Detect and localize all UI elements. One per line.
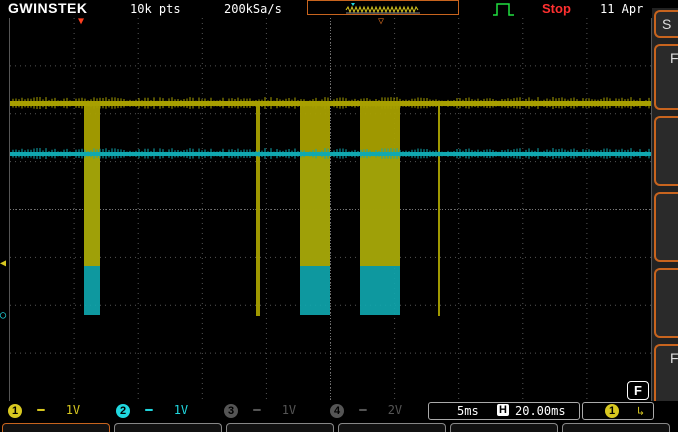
ch3-number: 3 [224, 403, 238, 418]
bottom-tab-6[interactable] [562, 423, 670, 432]
ch1-burst [256, 104, 260, 316]
softkey-5[interactable] [654, 268, 678, 338]
timebase-scale: 5ms [457, 404, 479, 418]
falling-edge-icon: ↳ [637, 404, 645, 418]
date-display: 11 Apr [600, 2, 644, 16]
bottom-tab-1[interactable] [2, 423, 110, 432]
function-key-button[interactable]: F [627, 381, 649, 400]
status-bar: GWINSTEK 10k pts 200kSa/s Stop 11 Apr [0, 0, 678, 18]
bottom-menu-tabs [0, 421, 678, 432]
brand-logo: GWINSTEK [8, 0, 88, 16]
center-marker: ▽ [378, 16, 385, 27]
softkey-2[interactable]: F [654, 44, 678, 110]
record-length: 10k pts [130, 2, 181, 16]
ch1-burst [438, 104, 440, 316]
dc-coupling-icon: ━ [37, 403, 45, 417]
waveform-graticule [10, 18, 651, 401]
dc-coupling-icon: ━ [359, 403, 367, 417]
ch2-ground-marker[interactable]: ◯ [0, 310, 6, 321]
ch2-scale: 1V [173, 403, 189, 417]
ch1-burst [84, 104, 100, 266]
bottom-tab-5[interactable] [450, 423, 558, 432]
ch1-burst [360, 104, 400, 266]
bottom-tab-4[interactable] [338, 423, 446, 432]
ch2-number: 2 [116, 403, 130, 418]
ch3-status[interactable]: 3 ━ 1V [224, 402, 296, 418]
ch1-number: 1 [8, 403, 22, 418]
ch1-burst [300, 104, 330, 266]
softkey-4[interactable] [654, 192, 678, 262]
trigger-source: 1 [605, 404, 619, 418]
trigger-status[interactable]: 1 ↳ [582, 402, 654, 420]
timebase-position: 20.00ms [515, 404, 566, 418]
memory-window-icon [345, 3, 420, 14]
timebase-status[interactable]: 5ms H 20.00ms [428, 402, 580, 420]
dc-coupling-icon: ━ [145, 403, 153, 417]
ch4-number: 4 [330, 403, 344, 418]
run-stop-status[interactable]: Stop [542, 1, 571, 16]
sample-rate: 200kSa/s [224, 2, 282, 16]
ch4-status[interactable]: 4 ━ 2V [330, 402, 402, 418]
ch2-status[interactable]: 2 ━ 1V [116, 402, 188, 418]
ch1-ground-marker[interactable]: ◀ [0, 258, 6, 269]
ch1-scale: 1V [65, 403, 81, 417]
ch1-status[interactable]: 1 ━ 1V [8, 402, 80, 418]
trigger-status-icon [493, 3, 514, 16]
softkey-3[interactable] [654, 116, 678, 186]
bottom-tab-3[interactable] [226, 423, 334, 432]
trigger-position-marker[interactable]: ▼ [78, 16, 84, 27]
ch3-scale: 1V [281, 403, 297, 417]
horizontal-position-icon: H [497, 404, 509, 416]
dc-coupling-icon: ━ [253, 403, 261, 417]
waveform-display[interactable] [9, 18, 652, 401]
ch4-scale: 2V [387, 403, 403, 417]
softkey-1[interactable]: S [654, 10, 678, 38]
bottom-tab-2[interactable] [114, 423, 222, 432]
memory-bar [307, 0, 459, 15]
